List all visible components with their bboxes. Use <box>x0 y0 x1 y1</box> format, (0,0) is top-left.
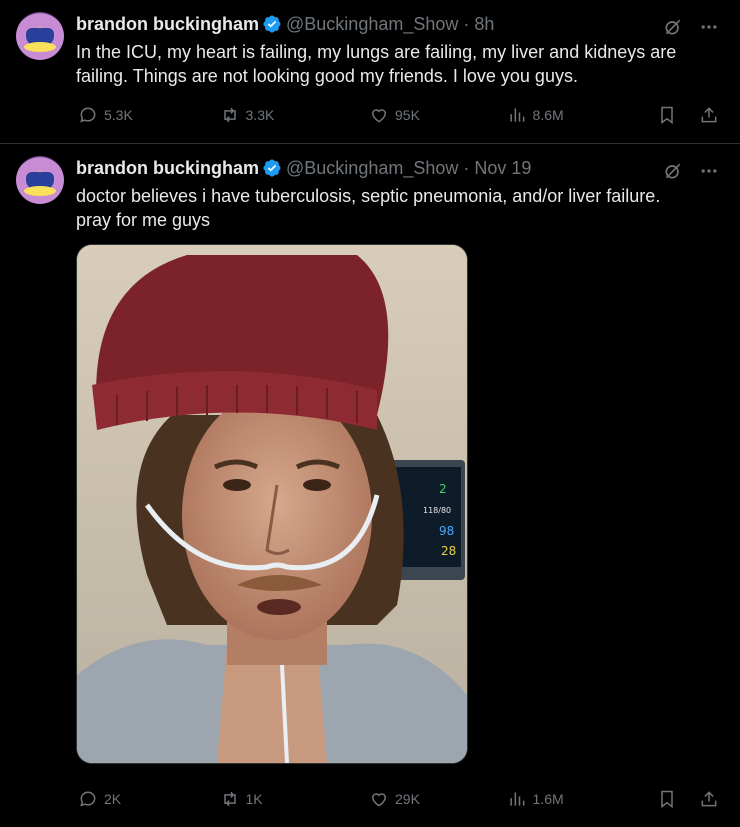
separator: · <box>463 157 470 178</box>
display-name[interactable]: brandon buckingham <box>76 158 259 179</box>
reply-button[interactable]: 5.3K <box>78 105 220 125</box>
views-button[interactable]: 1.6M <box>507 789 656 809</box>
reply-button[interactable]: 2K <box>78 789 220 809</box>
verified-badge-icon <box>263 15 281 33</box>
view-count: 1.6M <box>532 791 564 807</box>
tweet[interactable]: brandon buckingham @Buckingham_Show · 8h… <box>0 0 740 144</box>
monitor-reading: 28 <box>441 544 456 558</box>
avatar[interactable] <box>16 156 64 204</box>
display-name[interactable]: brandon buckingham <box>76 14 259 35</box>
retweet-count: 1K <box>245 791 263 807</box>
reply-count: 2K <box>104 791 122 807</box>
like-icon <box>371 109 387 123</box>
like-icon <box>371 793 387 807</box>
monitor-reading: 98 <box>439 524 454 538</box>
more-icon[interactable] <box>698 16 720 38</box>
like-button[interactable]: 29K <box>369 789 507 809</box>
grok-icon[interactable] <box>662 160 684 182</box>
verified-badge-icon <box>263 159 281 177</box>
like-count: 95K <box>395 107 420 123</box>
share-icon[interactable] <box>698 788 720 810</box>
monitor-reading: 2 <box>439 482 447 496</box>
views-icon <box>509 108 524 122</box>
reply-icon <box>80 791 96 807</box>
views-icon <box>509 792 524 806</box>
selfie-photo-illustration: 2 118/80 98 28 <box>77 245 467 763</box>
grok-icon[interactable] <box>662 16 684 38</box>
reply-count: 5.3K <box>104 107 133 123</box>
tweet-text: In the ICU, my heart is failing, my lung… <box>76 42 677 86</box>
tweet-header: brandon buckingham @Buckingham_Show · 8h <box>76 12 724 36</box>
tweet-header: brandon buckingham @Buckingham_Show · No… <box>76 156 724 180</box>
tweet-text: doctor believes i have tuberculosis, sep… <box>76 186 661 230</box>
tweet[interactable]: brandon buckingham @Buckingham_Show · No… <box>0 144 740 827</box>
tweet-actions: 5.3K 3.3K 95K 8.6M <box>78 104 720 126</box>
share-icon[interactable] <box>698 104 720 126</box>
like-count: 29K <box>395 791 420 807</box>
bookmark-icon[interactable] <box>656 104 678 126</box>
monitor-reading: 118/80 <box>423 506 451 515</box>
retweet-button[interactable]: 1K <box>220 789 369 809</box>
more-icon[interactable] <box>698 160 720 182</box>
retweet-count: 3.3K <box>245 107 275 123</box>
handle[interactable]: @Buckingham_Show <box>286 14 458 35</box>
retweet-icon <box>223 791 236 807</box>
reply-icon <box>80 107 96 123</box>
tweet-actions: 2K 1K 29K 1.6M <box>78 788 720 810</box>
separator: · <box>463 13 470 34</box>
view-count: 8.6M <box>532 107 564 123</box>
timestamp[interactable]: Nov 19 <box>474 158 531 179</box>
retweet-icon <box>223 107 236 123</box>
views-button[interactable]: 8.6M <box>507 105 656 125</box>
retweet-button[interactable]: 3.3K <box>220 105 369 125</box>
tweet-photo[interactable]: 2 118/80 98 28 <box>76 244 468 764</box>
timestamp[interactable]: 8h <box>474 14 494 35</box>
handle[interactable]: @Buckingham_Show <box>286 158 458 179</box>
bookmark-icon[interactable] <box>656 788 678 810</box>
avatar[interactable] <box>16 12 64 60</box>
like-button[interactable]: 95K <box>369 105 507 125</box>
